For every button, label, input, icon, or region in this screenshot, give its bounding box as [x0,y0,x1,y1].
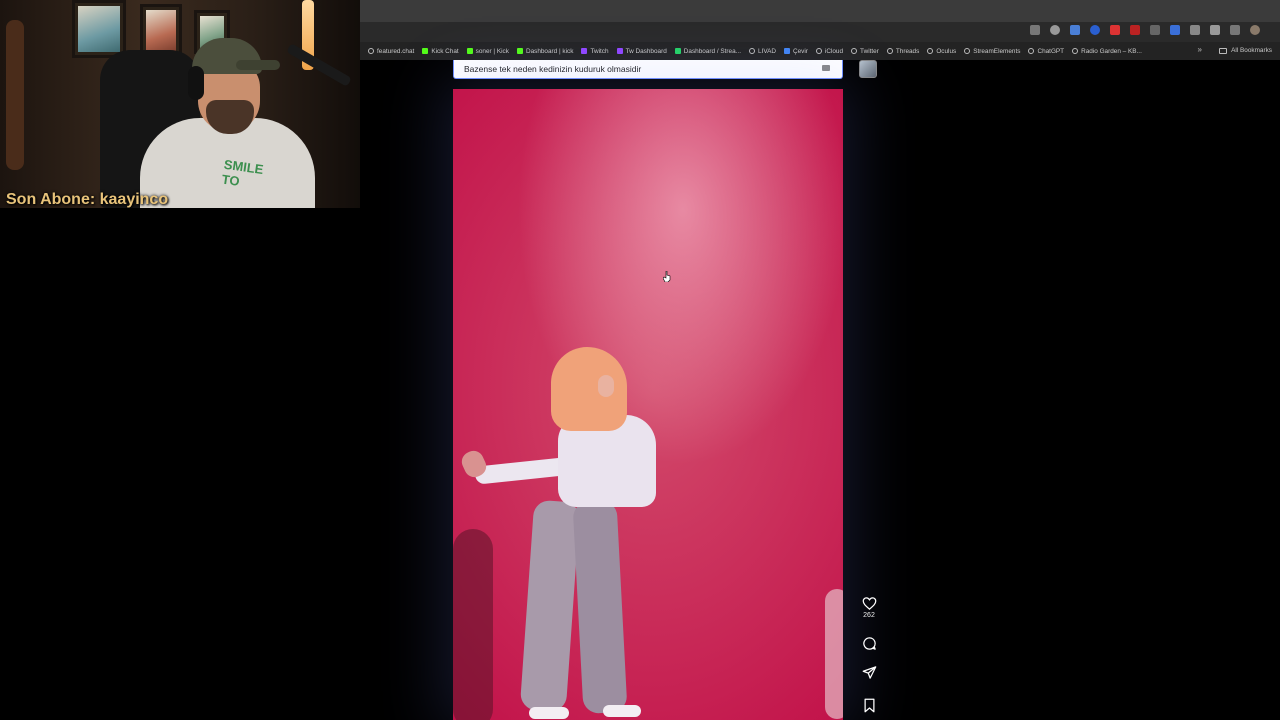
bookmark-item[interactable]: Dashboard / Strea... [674,48,741,55]
background-figure [825,589,843,719]
bookmark-icon [864,698,874,713]
puzzle-icon[interactable] [1210,25,1220,35]
sidebar-icon[interactable] [1230,25,1240,35]
bookmark-item[interactable]: StreamElements [964,48,1020,55]
comment-icon [862,637,876,650]
like-button[interactable]: 262 [857,596,881,619]
globe-icon [927,48,934,54]
globe-icon [815,48,822,54]
bookmarks-bar: featured.chat Kick Chat soner | Kick Das… [360,42,1280,60]
kick-icon [466,48,473,54]
caption-text: Bazense tek neden kedinizin kuduruk olma… [464,64,642,74]
headphones-icon [188,66,204,100]
background-figure [453,529,493,720]
bookmark-item[interactable]: Tw Dashboard [616,48,667,55]
bookmark-item[interactable]: featured.chat [368,48,414,55]
reel-video[interactable] [453,89,843,720]
globe-icon [886,48,893,54]
reel-actions: 262 [857,596,881,720]
dancer-leg [519,499,581,713]
post-caption: Bazense tek neden kedinizin kuduruk olma… [453,60,843,79]
extension-icon[interactable] [1110,25,1120,35]
volume-icon[interactable] [822,65,830,71]
extension-icon[interactable] [1130,25,1140,35]
webcam-overlay: SMILE TO [0,0,360,208]
bookmark-item[interactable]: Twitter [851,48,879,55]
globe-icon [368,48,374,54]
globe-icon [1072,48,1079,54]
bookmark-item[interactable]: iCloud [815,48,843,55]
comment-button[interactable] [857,636,881,651]
extension-icon[interactable] [1090,25,1100,35]
bookmark-item[interactable]: Twitch [581,48,609,55]
extension-icon[interactable] [1190,25,1200,35]
save-button[interactable] [857,698,881,713]
bookmark-item[interactable]: Threads [886,48,919,55]
dancer-hair [551,347,627,431]
cap-brim [236,60,280,70]
all-bookmarks-button[interactable]: All Bookmarks [1219,47,1272,54]
bookmark-item[interactable]: Çevir [783,48,808,55]
translate-icon [783,48,790,54]
bookmark-item[interactable]: Oculus [927,48,956,55]
browser-toolbar [360,22,1280,42]
folder-icon [1219,47,1228,54]
dancer-leg [572,499,628,715]
shirt-print: SMILE TO [220,156,265,189]
star-icon[interactable] [1050,25,1060,35]
dancer-shoe [603,705,641,717]
wall-painting [72,0,126,58]
author-avatar[interactable] [859,60,877,78]
toolbar-icons [1030,25,1260,35]
guitar [6,20,24,170]
hand-cursor-icon [663,271,671,282]
kick-icon [422,48,429,54]
heart-icon [862,597,876,610]
bookmark-item[interactable]: LIVAD [748,48,776,55]
extension-icon[interactable] [1150,25,1160,35]
profile-avatar-icon[interactable] [1250,25,1260,35]
share-button[interactable] [857,665,881,680]
bookmarks-overflow-button[interactable]: » [1198,45,1202,54]
bookmark-item[interactable]: ChatGPT [1028,48,1064,55]
reel-viewer: Bazense tek neden kedinizin kuduruk olma… [360,60,1280,720]
streamelements-icon [674,48,681,54]
dancer-face [598,375,614,397]
bookmark-item[interactable]: Kick Chat [422,48,459,55]
like-count: 262 [863,612,875,619]
globe-icon [964,48,971,54]
dancer-shoe [529,707,569,719]
globe-icon [851,48,858,54]
extension-icon[interactable] [1070,25,1080,35]
bookmark-item[interactable]: Dashboard | kick [516,48,573,55]
last-subscriber-label: Son Abone: kaayinco [6,191,169,208]
bookmark-item[interactable]: Radio Garden – KB... [1072,48,1142,55]
twitch-icon [581,48,588,54]
microphone-arm [286,43,352,87]
translate-icon[interactable] [1170,25,1180,35]
kick-icon [516,48,523,54]
globe-icon [1028,48,1035,54]
share-icon[interactable] [1030,25,1040,35]
send-icon [862,666,876,679]
globe-icon [748,48,755,54]
twitch-icon [616,48,623,54]
bookmark-item[interactable]: soner | Kick [466,48,509,55]
